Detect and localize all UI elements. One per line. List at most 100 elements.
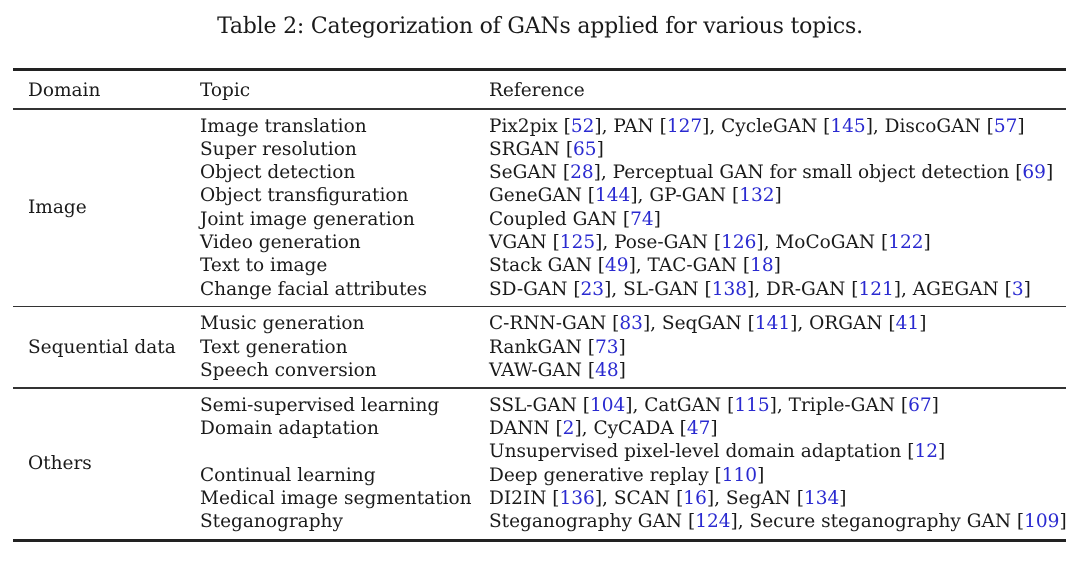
reference-name: PAN [613,115,660,137]
table-body: Image translation Pix2pix [52], PAN [127]… [13,110,1067,539]
reference-cell: Pix2pix [52], PAN [127], CycleGAN [145],… [489,115,1025,138]
bracket: ] [774,185,782,207]
bracket: [ [552,231,560,253]
citation-link[interactable]: 23 [581,279,605,300]
topic-cell: Text generation [200,336,348,358]
citation-link[interactable]: 52 [571,116,595,137]
citation-link[interactable]: 109 [1024,511,1059,532]
citation-link[interactable]: 125 [560,232,595,253]
table-row: Image translation Pix2pix [52], PAN [127]… [13,115,1066,138]
citation-link[interactable]: 83 [619,313,643,334]
bracket: ] [628,255,636,277]
bracket: [ [679,418,687,440]
bracket: ] [1045,162,1054,184]
citation-link[interactable]: 47 [687,418,711,439]
citation-link[interactable]: 57 [994,116,1018,137]
topic-cell: Domain adaptation [200,418,379,440]
citation-link[interactable]: 132 [739,185,774,206]
bracket: ] [618,359,626,381]
citation-link[interactable]: 73 [595,337,619,358]
citation-link[interactable]: 3 [1012,279,1024,300]
citation-link[interactable]: 134 [804,488,839,509]
table-row: Super resolution SRGAN [65] [13,138,1066,161]
reference-cell: DANN [2], CyCADA [47] [489,417,718,440]
reference-name: VGAN [489,231,553,253]
categorization-table: Domain Topic Reference Image translation… [13,68,1067,542]
separator: , [872,115,885,137]
separator: , [797,313,810,335]
citation-link[interactable]: 74 [630,209,654,230]
reference-name: Unsupervised pixel-level domain adaptati… [489,441,908,463]
citation-link[interactable]: 145 [830,116,865,137]
citation-link[interactable]: 110 [722,465,757,486]
reference-name: Perceptual GAN for small object detectio… [612,162,1016,184]
bracket: ] [596,138,604,160]
reference-cell: Deep generative replay [110] [489,464,764,487]
topic-cell: Steganography [200,511,343,533]
reference-cell: VGAN [125], Pose-GAN [126], MoCoGAN [122… [489,231,931,254]
citation-link[interactable]: 144 [595,185,630,206]
citation-link[interactable]: 136 [560,488,595,509]
citation-link[interactable]: 16 [683,488,707,509]
citation-link[interactable]: 12 [914,441,938,462]
bracket: ] [893,278,901,300]
citation-link[interactable]: 138 [712,279,747,300]
group-padding [13,301,1066,306]
bracket: [ [552,487,560,509]
citation-link[interactable]: 65 [573,139,597,160]
citation-link[interactable]: 104 [590,395,625,416]
header-topic: Topic [200,80,251,101]
topic-cell: Speech conversion [200,359,377,381]
separator: , [714,487,726,509]
citation-link[interactable]: 48 [595,360,619,381]
bracket: ] [865,115,873,137]
topic-cell: Joint image generation [200,208,415,230]
bracket: ] [593,162,601,184]
reference-name: SCAN [613,487,677,509]
separator: , [637,185,650,207]
citation-link[interactable]: 41 [896,313,920,334]
citation-link[interactable]: 124 [695,511,730,532]
citation-link[interactable]: 121 [858,279,893,300]
reference-name: MoCoGAN [775,231,881,253]
domain-group: Music generation C-RNN-GAN [83], SeqGAN [… [13,307,1066,387]
reference-name: Pix2pix [489,115,564,137]
bracket: ] [1023,278,1031,300]
reference-name: SD-GAN [489,278,574,300]
bracket: [ [562,162,571,184]
citation-link[interactable]: 49 [605,255,629,276]
bracket: ] [710,418,718,440]
domain-group: Semi-supervised learning SSL-GAN [104], C… [13,389,1067,539]
bracket: ] [937,441,946,463]
reference-name: DI2IN [489,487,553,509]
citation-link[interactable]: 2 [563,418,575,439]
bracket: ] [618,336,626,358]
header-domain: Domain [28,80,101,101]
citation-link[interactable]: 28 [570,162,594,183]
citation-link[interactable]: 141 [755,313,790,334]
reference-cell: GeneGAN [144], GP-GAN [132] [489,184,782,207]
citation-link[interactable]: 18 [750,255,774,276]
bracket: [ [714,464,722,486]
citation-link[interactable]: 127 [667,116,702,137]
bracket: ] [919,313,927,335]
table-row: Continual learning Deep generative replay… [13,464,1066,487]
citation-link[interactable]: 67 [908,395,932,416]
bracket: ] [757,464,765,486]
citation-link[interactable]: 122 [888,232,923,253]
citation-link[interactable]: 69 [1022,162,1046,183]
reference-cell: VAW-GAN [48] [489,359,626,382]
reference-name: SeGAN [489,162,563,184]
domain-group: Image translation Pix2pix [52], PAN [127]… [13,110,1066,306]
reference-name: Secure steganography GAN [749,511,1017,533]
table-row: Semi-supervised learning SSL-GAN [104], C… [13,394,1066,417]
group-padding [13,534,1066,539]
group-padding [13,382,1066,387]
separator: , [632,394,645,416]
table-row: Change facial attributes SD-GAN [23], SL-… [13,278,1066,301]
citation-link[interactable]: 115 [734,395,769,416]
separator: , [709,115,722,137]
bracket: [ [555,418,563,440]
reference-name: GeneGAN [489,185,588,207]
citation-link[interactable]: 126 [721,232,756,253]
